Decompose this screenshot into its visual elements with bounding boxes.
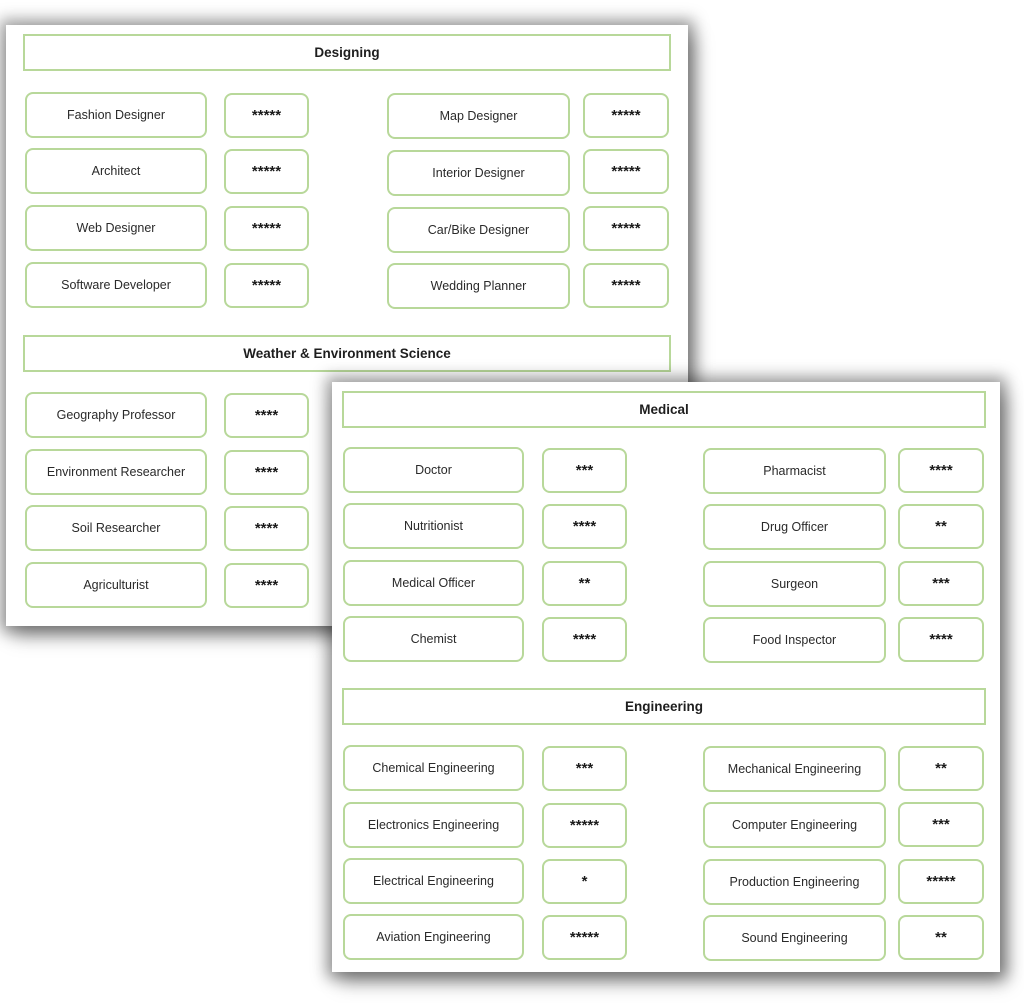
star-rating: * [542, 859, 627, 904]
star-rating: **** [224, 563, 309, 608]
star-rating: ** [898, 915, 984, 960]
star-rating: ***** [898, 859, 984, 904]
career-name: Fashion Designer [25, 92, 207, 138]
career-name: Interior Designer [387, 150, 570, 196]
star-rating: ***** [542, 803, 627, 848]
career-name: Car/Bike Designer [387, 207, 570, 253]
star-rating: *** [898, 802, 984, 847]
star-rating: **** [542, 504, 627, 549]
star-rating: ** [898, 746, 984, 791]
career-name: Wedding Planner [387, 263, 570, 309]
star-rating: **** [898, 448, 984, 493]
career-name: Chemical Engineering [343, 745, 524, 791]
star-rating: **** [224, 506, 309, 551]
section-header-medical: Medical [342, 391, 986, 428]
career-name: Electrical Engineering [343, 858, 524, 904]
star-rating: ***** [583, 263, 669, 308]
star-rating: ***** [224, 206, 309, 251]
career-name: Food Inspector [703, 617, 886, 663]
career-name: Drug Officer [703, 504, 886, 550]
star-rating: ***** [224, 263, 309, 308]
star-rating: ** [898, 504, 984, 549]
star-rating: ***** [583, 93, 669, 138]
star-rating: *** [542, 448, 627, 493]
career-sheet-medical-engineering: Medical Doctor *** Nutritionist **** Med… [332, 382, 1000, 972]
star-rating: ***** [542, 915, 627, 960]
career-name: Web Designer [25, 205, 207, 251]
star-rating: **** [224, 450, 309, 495]
career-name: Pharmacist [703, 448, 886, 494]
star-rating: *** [898, 561, 984, 606]
career-name: Map Designer [387, 93, 570, 139]
star-rating: **** [542, 617, 627, 662]
star-rating: ** [542, 561, 627, 606]
star-rating: ***** [224, 149, 309, 194]
career-name: Soil Researcher [25, 505, 207, 551]
star-rating: ***** [224, 93, 309, 138]
career-name: Medical Officer [343, 560, 524, 606]
star-rating: ***** [583, 206, 669, 251]
career-name: Electronics Engineering [343, 802, 524, 848]
section-header-engineering: Engineering [342, 688, 986, 725]
career-name: Mechanical Engineering [703, 746, 886, 792]
career-name: Environment Researcher [25, 449, 207, 495]
career-name: Aviation Engineering [343, 914, 524, 960]
star-rating: **** [224, 393, 309, 438]
career-name: Computer Engineering [703, 802, 886, 848]
star-rating: **** [898, 617, 984, 662]
career-name: Production Engineering [703, 859, 886, 905]
career-name: Doctor [343, 447, 524, 493]
star-rating: ***** [583, 149, 669, 194]
section-header-weather-environment: Weather & Environment Science [23, 335, 671, 372]
career-name: Sound Engineering [703, 915, 886, 961]
career-name: Surgeon [703, 561, 886, 607]
star-rating: *** [542, 746, 627, 791]
section-header-designing: Designing [23, 34, 671, 71]
career-name: Software Developer [25, 262, 207, 308]
career-name: Geography Professor [25, 392, 207, 438]
career-name: Agriculturist [25, 562, 207, 608]
career-name: Architect [25, 148, 207, 194]
career-name: Chemist [343, 616, 524, 662]
career-name: Nutritionist [343, 503, 524, 549]
